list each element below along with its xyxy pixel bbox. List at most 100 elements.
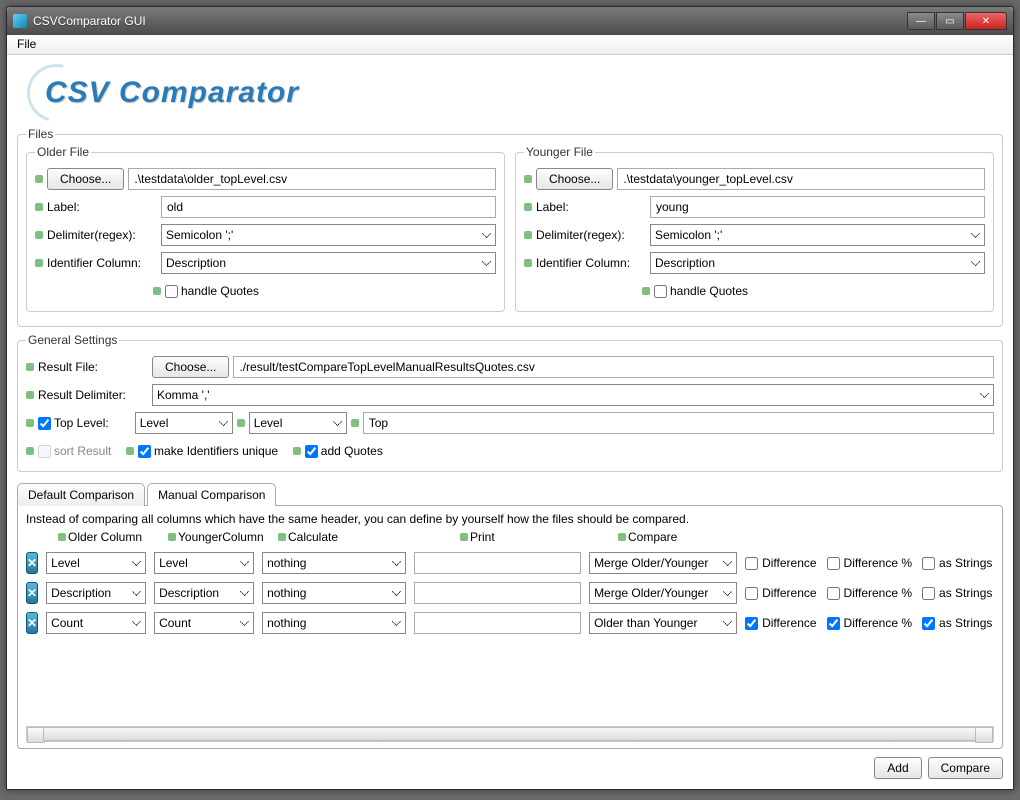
older-path-input[interactable] <box>128 168 496 190</box>
older-legend: Older File <box>35 145 91 159</box>
result-file-choose-button[interactable]: Choose... <box>152 356 229 378</box>
info-icon <box>293 447 301 455</box>
tab-default-comparison[interactable]: Default Comparison <box>17 483 145 506</box>
hdr-younger: YoungerColumn <box>178 530 264 544</box>
younger-delim-select[interactable]: Semicolon ';' <box>650 224 985 246</box>
compare-button[interactable]: Compare <box>928 757 1003 779</box>
as-strings-check[interactable]: as Strings <box>922 586 992 600</box>
older-delim-lbl: Delimiter(regex): <box>47 228 157 242</box>
younger-quotes-check[interactable]: handle Quotes <box>654 284 748 298</box>
manual-hint: Instead of comparing all columns which h… <box>26 512 994 526</box>
older-label-input[interactable] <box>161 196 496 218</box>
difference-check[interactable]: Difference <box>745 586 816 600</box>
info-icon <box>237 419 245 427</box>
younger-column-select[interactable]: Description <box>154 582 254 604</box>
info-icon <box>35 175 43 183</box>
calculate-select[interactable]: nothing <box>262 582 406 604</box>
younger-choose-button[interactable]: Choose... <box>536 168 613 190</box>
toplevel-text-input[interactable] <box>363 412 994 434</box>
files-group: Files Older File Choose... Label: <box>17 127 1003 327</box>
info-icon <box>26 363 34 371</box>
menu-file[interactable]: File <box>11 35 42 53</box>
close-button[interactable]: ✕ <box>965 12 1007 30</box>
minimize-button[interactable]: ― <box>907 12 935 30</box>
add-button[interactable]: Add <box>874 757 921 779</box>
files-legend: Files <box>26 127 55 141</box>
difference-check[interactable]: Difference <box>745 616 816 630</box>
general-legend: General Settings <box>26 333 119 347</box>
info-icon <box>168 533 176 541</box>
result-file-input[interactable] <box>233 356 994 378</box>
unique-ids-check[interactable]: make Identifiers unique <box>138 444 278 458</box>
info-icon <box>26 391 34 399</box>
content-area: CSV Comparator Files Older File Choose..… <box>7 55 1013 789</box>
older-choose-button[interactable]: Choose... <box>47 168 124 190</box>
menubar: File <box>7 35 1013 55</box>
info-icon <box>35 231 43 239</box>
rule-row: ✕ Count Count nothing Older than Younger Dif… <box>26 612 990 634</box>
older-idcol-select[interactable]: Description <box>161 252 496 274</box>
older-column-select[interactable]: Description <box>46 582 146 604</box>
print-select[interactable]: Merge Older/Younger <box>589 582 737 604</box>
older-column-select[interactable]: Count <box>46 612 146 634</box>
info-icon <box>524 175 532 183</box>
info-icon <box>126 447 134 455</box>
remove-row-button[interactable]: ✕ <box>26 582 38 604</box>
info-icon <box>524 203 532 211</box>
footer-buttons: Add Compare <box>17 749 1003 779</box>
younger-idcol-select[interactable]: Description <box>650 252 985 274</box>
calculate-select[interactable]: nothing <box>262 552 406 574</box>
older-idcol-lbl: Identifier Column: <box>47 256 157 270</box>
difference-pct-check[interactable]: Difference % <box>827 616 912 630</box>
rules-list: ✕ Level Level nothing Merge Older/Younger Di… <box>26 544 994 720</box>
younger-column-select[interactable]: Level <box>154 552 254 574</box>
calculate-select[interactable]: nothing <box>262 612 406 634</box>
info-icon <box>278 533 286 541</box>
toplevel-select-1[interactable]: Level <box>135 412 233 434</box>
calculate-value-input[interactable] <box>414 552 581 574</box>
difference-pct-check[interactable]: Difference % <box>827 556 912 570</box>
older-delim-select[interactable]: Semicolon ';' <box>161 224 496 246</box>
result-delim-select[interactable]: Komma ',' <box>152 384 994 406</box>
younger-column-select[interactable]: Count <box>154 612 254 634</box>
print-select[interactable]: Older than Younger <box>589 612 737 634</box>
tab-manual-comparison[interactable]: Manual Comparison <box>147 483 276 506</box>
info-icon <box>524 259 532 267</box>
logo: CSV Comparator <box>17 61 1003 125</box>
add-quotes-check[interactable]: add Quotes <box>305 444 383 458</box>
older-quotes-check[interactable]: handle Quotes <box>165 284 259 298</box>
result-delim-lbl: Result Delimiter: <box>38 388 148 402</box>
remove-row-button[interactable]: ✕ <box>26 612 38 634</box>
younger-path-input[interactable] <box>617 168 985 190</box>
calculate-value-input[interactable] <box>414 582 581 604</box>
older-label-lbl: Label: <box>47 200 157 214</box>
older-file-group: Older File Choose... Label: Delimiter(re… <box>26 145 505 312</box>
sort-result-check[interactable]: sort Result <box>38 444 111 458</box>
as-strings-check[interactable]: as Strings <box>922 616 992 630</box>
toplevel-select-2[interactable]: Level <box>249 412 347 434</box>
wreath-icon <box>16 53 95 132</box>
difference-check[interactable]: Difference <box>745 556 816 570</box>
horizontal-scrollbar[interactable] <box>26 726 994 742</box>
difference-pct-check[interactable]: Difference % <box>827 586 912 600</box>
calculate-value-input[interactable] <box>414 612 581 634</box>
info-icon <box>35 203 43 211</box>
info-icon <box>26 419 34 427</box>
info-icon <box>642 287 650 295</box>
as-strings-check[interactable]: as Strings <box>922 556 992 570</box>
younger-file-group: Younger File Choose... Label: Delimiter(… <box>515 145 994 312</box>
maximize-button[interactable]: ▭ <box>936 12 964 30</box>
younger-legend: Younger File <box>524 145 595 159</box>
print-select[interactable]: Merge Older/Younger <box>589 552 737 574</box>
info-icon <box>460 533 468 541</box>
older-column-select[interactable]: Level <box>46 552 146 574</box>
hdr-calculate: Calculate <box>288 530 338 544</box>
toplevel-check[interactable]: Top Level: <box>38 416 109 430</box>
remove-row-button[interactable]: ✕ <box>26 552 38 574</box>
hdr-older: Older Column <box>68 530 142 544</box>
hdr-compare: Compare <box>628 530 677 544</box>
titlebar[interactable]: CSVComparator GUI ― ▭ ✕ <box>7 7 1013 35</box>
younger-label-input[interactable] <box>650 196 985 218</box>
info-icon <box>26 447 34 455</box>
younger-delim-lbl: Delimiter(regex): <box>536 228 646 242</box>
